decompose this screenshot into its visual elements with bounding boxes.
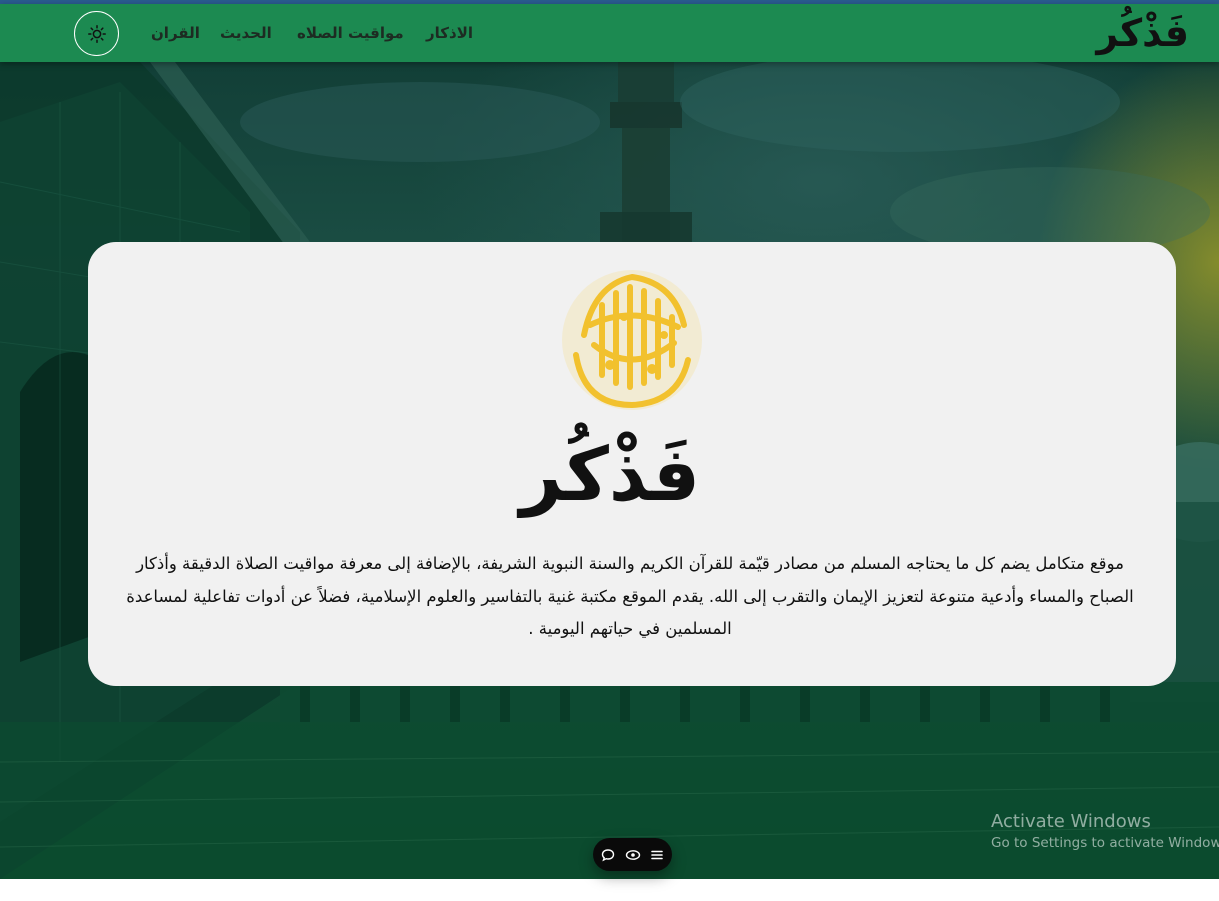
sun-icon (87, 24, 106, 43)
chat-bubble-icon[interactable] (598, 845, 618, 865)
eye-icon[interactable] (623, 845, 643, 865)
nav-link-hadith[interactable]: الحديث (220, 24, 272, 42)
nav-link-quran[interactable]: القران (151, 24, 200, 42)
navbar: القران الحديث مواقيت الصلاه الاذكار فَذْ… (0, 4, 1219, 62)
menu-icon[interactable] (647, 845, 667, 865)
nav-link-prayer-times[interactable]: مواقيت الصلاه (297, 24, 404, 42)
brand-logo[interactable]: فَذْكُر (1096, 6, 1189, 60)
hero-title: فَذْكُر (519, 432, 701, 518)
page-bottom-strip (0, 879, 1219, 901)
theme-toggle-button[interactable] (74, 11, 119, 56)
watermark-subtitle: Go to Settings to activate Windows. (991, 835, 1219, 851)
hero-description: موقع متكامل يضم كل ما يحتاجه المسلم من م… (126, 554, 1134, 638)
floating-toolbar (593, 838, 672, 871)
shahada-seal-logo (554, 265, 710, 415)
nav-link-azkar[interactable]: الاذكار (426, 24, 473, 42)
watermark-title: Activate Windows (991, 811, 1151, 832)
windows-activation-watermark: Activate Windows Go to Settings to activ… (991, 811, 1219, 853)
